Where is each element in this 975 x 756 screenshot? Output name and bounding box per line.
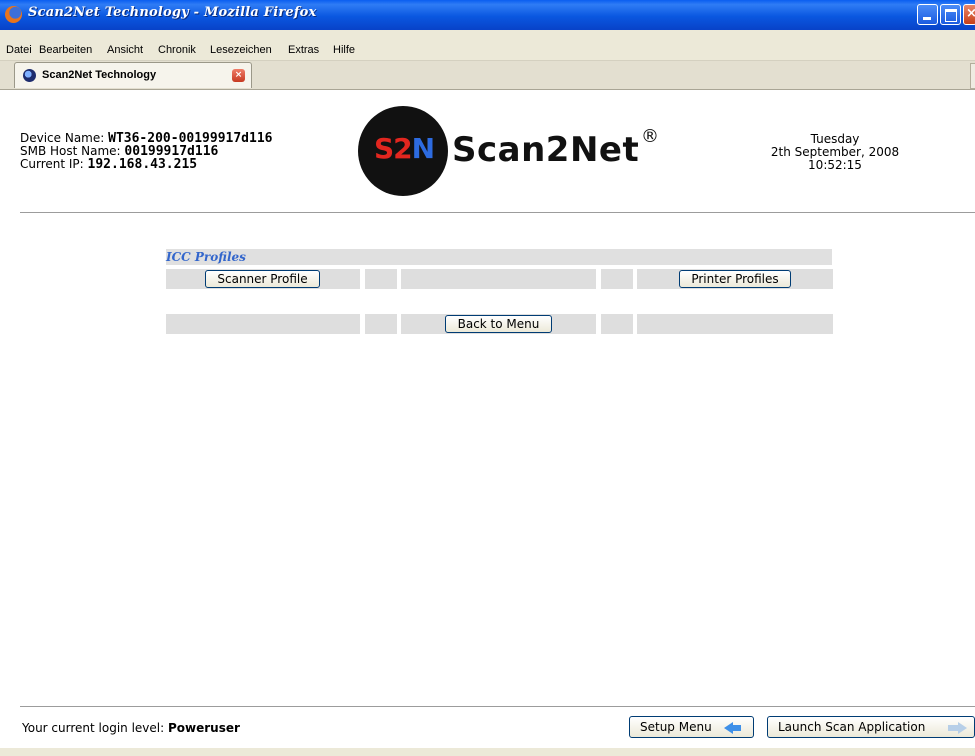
menu-extras[interactable]: Extras (288, 44, 319, 56)
current-ip-value: 192.168.43.215 (87, 157, 198, 172)
arrow-right-icon (948, 722, 967, 734)
cell-r2-c2 (365, 314, 397, 334)
page-content: Device Name: WT36-200-00199917d116 SMB H… (0, 90, 975, 756)
status-strip (0, 748, 975, 756)
tab-scan2net[interactable]: Scan2Net Technology × (14, 62, 252, 88)
menu-bar: Datei Bearbeiten Ansicht Chronik Lesezei… (0, 30, 975, 61)
current-ip-line: Current IP: 192.168.43.215 (20, 157, 273, 172)
menu-hilfe[interactable]: Hilfe (333, 44, 355, 56)
menu-ansicht[interactable]: Ansicht (107, 44, 143, 56)
printer-profiles-button[interactable]: Printer Profiles (679, 270, 791, 288)
scan2net-logo: S2N Scan2Net ® (358, 106, 659, 196)
login-level-value: Poweruser (167, 721, 240, 735)
setup-menu-label: Setup Menu (640, 720, 712, 734)
cell-r2-c5 (637, 314, 833, 334)
menu-chronik[interactable]: Chronik (158, 44, 196, 56)
date-time: Tuesday 2th September, 2008 10:52:15 (760, 133, 910, 172)
footer-divider (20, 706, 975, 707)
launch-scan-label: Launch Scan Application (778, 720, 926, 734)
maximize-button[interactable] (940, 4, 961, 25)
close-icon: × (966, 6, 975, 21)
menu-bearbeiten[interactable]: Bearbeiten (39, 44, 92, 56)
tab-close-icon[interactable]: × (232, 69, 245, 82)
login-level: Your current login level: Poweruser (22, 721, 240, 735)
current-ip-label: Current IP: (20, 157, 88, 171)
minimize-button[interactable] (917, 4, 938, 25)
smb-host-label: SMB Host Name: (20, 144, 125, 158)
cell-r2-c4 (601, 314, 633, 334)
setup-menu-button[interactable]: Setup Menu (629, 716, 754, 738)
login-level-label: Your current login level: (22, 721, 168, 735)
tab-bar: Scan2Net Technology × (0, 61, 975, 90)
close-window-button[interactable]: × (963, 4, 975, 25)
tab-label: Scan2Net Technology (42, 69, 157, 81)
cell-r2-c1 (166, 314, 360, 334)
tab-scroll-edge[interactable] (970, 63, 975, 89)
arrow-left-icon (724, 722, 741, 734)
icc-title: ICC Profiles (166, 250, 246, 264)
cell-r1-c4 (601, 269, 633, 289)
icc-panel-header: ICC Profiles (166, 249, 832, 265)
header-divider (20, 212, 975, 213)
launch-scan-application-button[interactable]: Launch Scan Application (767, 716, 975, 738)
device-info: Device Name: WT36-200-00199917d116 SMB H… (20, 131, 273, 172)
favicon-icon (23, 69, 36, 82)
firefox-icon (5, 6, 22, 23)
cell-r1-c3 (401, 269, 596, 289)
menu-lesezeichen[interactable]: Lesezeichen (210, 44, 272, 56)
scanner-profile-button[interactable]: Scanner Profile (205, 270, 320, 288)
time-text: 10:52:15 (808, 158, 862, 172)
window-title: Scan2Net Technology - Mozilla Firefox (28, 5, 317, 20)
menu-datei[interactable]: Datei (6, 44, 32, 56)
device-name-label: Device Name: (20, 131, 109, 145)
back-to-menu-button[interactable]: Back to Menu (445, 315, 552, 333)
cell-r1-c2 (365, 269, 397, 289)
window-titlebar[interactable]: Scan2Net Technology - Mozilla Firefox × (0, 0, 975, 30)
logo-mark: S2N (373, 132, 435, 165)
registered-mark: ® (641, 126, 659, 147)
logo-wordmark: Scan2Net (452, 130, 640, 170)
